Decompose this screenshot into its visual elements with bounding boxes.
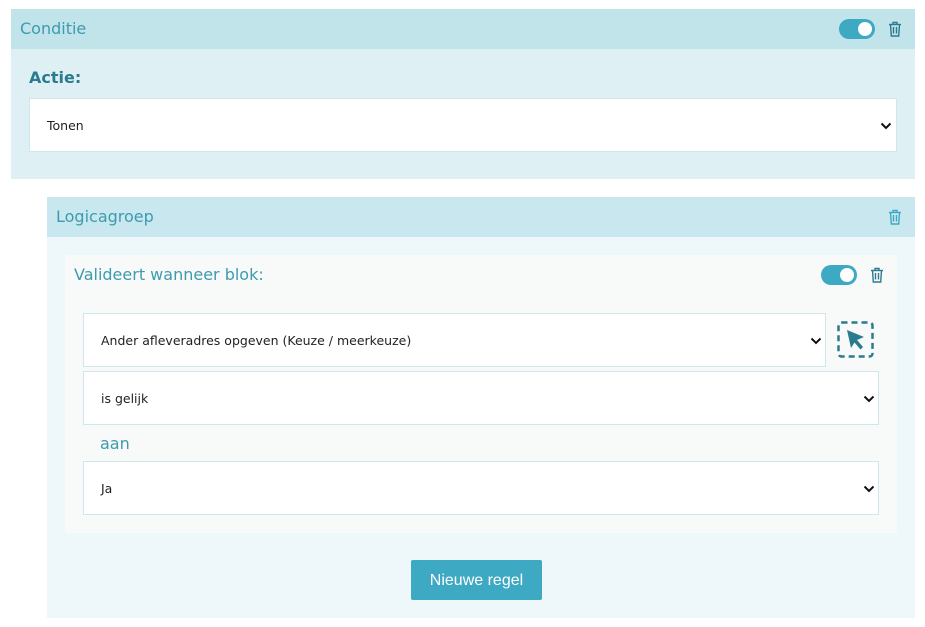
toggle-knob xyxy=(840,268,854,282)
compare-value-select-value: Ja xyxy=(101,481,113,496)
actie-label: Actie: xyxy=(29,68,82,87)
chevron-down-icon xyxy=(880,122,892,130)
chevron-down-icon xyxy=(863,485,875,493)
block-select-value: Ander afleveradres opgeven (Keuze / meer… xyxy=(101,333,412,348)
block-select[interactable]: Ander afleveradres opgeven (Keuze / meer… xyxy=(83,313,826,367)
rule-title: Valideert wanneer blok: xyxy=(74,265,264,284)
trash-icon[interactable] xyxy=(888,209,902,225)
rule-card: Valideert wanneer blok: Ander afleveradr… xyxy=(65,255,897,533)
logicagroep-header: Logicagroep xyxy=(47,197,915,237)
logicagroep-title: Logicagroep xyxy=(56,207,154,226)
chevron-down-icon xyxy=(810,337,822,345)
actie-select-value: Tonen xyxy=(47,118,84,133)
operator-select-value: is gelijk xyxy=(101,391,149,406)
actie-select[interactable]: Tonen xyxy=(29,98,897,152)
chevron-down-icon xyxy=(863,395,875,403)
conditie-header: Conditie xyxy=(11,9,915,49)
toggle-knob xyxy=(858,22,872,36)
rule-toggle[interactable] xyxy=(821,265,857,285)
conditie-panel: Conditie Actie: Tonen xyxy=(11,9,915,179)
conditie-title: Conditie xyxy=(20,19,87,38)
cursor-select-icon[interactable] xyxy=(837,321,874,358)
conditie-toggle[interactable] xyxy=(839,19,875,39)
operator-select[interactable]: is gelijk xyxy=(83,371,879,425)
compare-value-select[interactable]: Ja xyxy=(83,461,879,515)
trash-icon[interactable] xyxy=(888,21,902,37)
aan-label: aan xyxy=(100,434,130,453)
new-rule-button[interactable]: Nieuwe regel xyxy=(411,560,542,600)
trash-icon[interactable] xyxy=(870,267,884,283)
